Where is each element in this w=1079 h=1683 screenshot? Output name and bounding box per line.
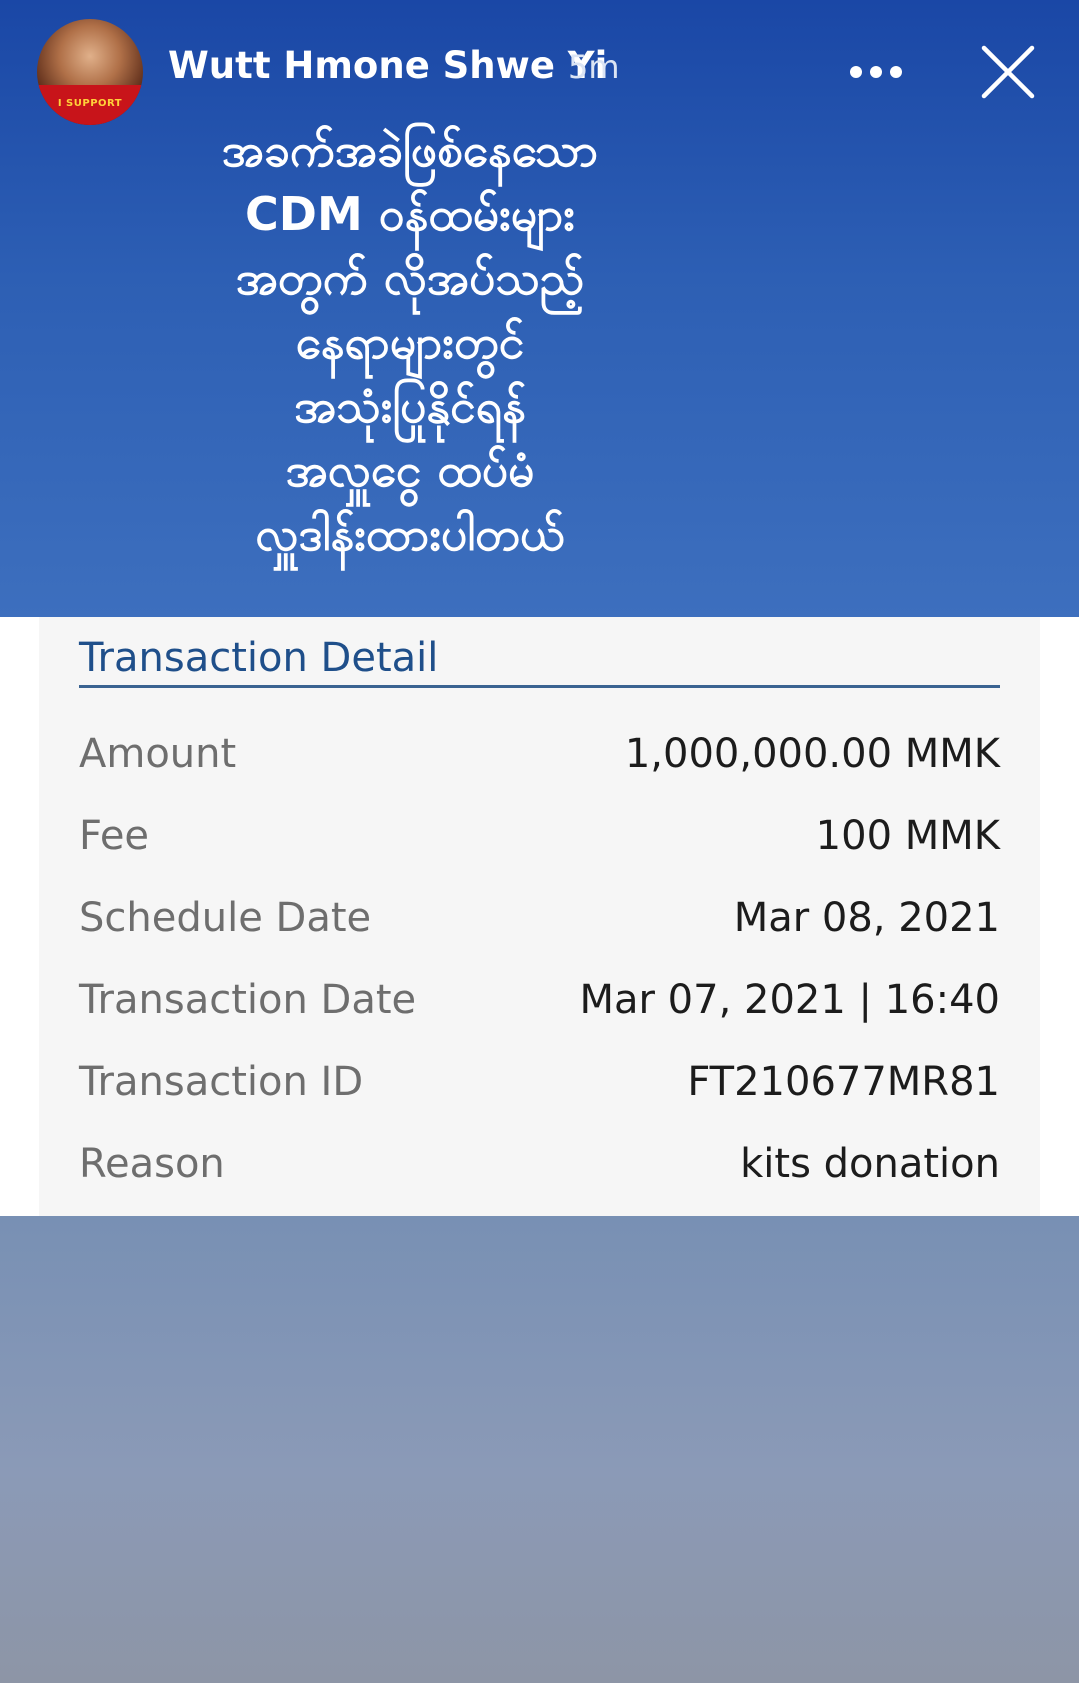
- detail-label: Transaction ID: [79, 1059, 364, 1105]
- detail-label: Reason: [79, 1141, 225, 1187]
- transaction-card: Transaction Detail Amount 1,000,000.00 M…: [39, 617, 1040, 1216]
- detail-value: Mar 08, 2021: [733, 895, 1000, 941]
- detail-row-fee: Fee 100 MMK: [79, 813, 1000, 873]
- title-divider: [79, 685, 1000, 688]
- detail-row-transaction-date: Transaction Date Mar 07, 2021 | 16:40: [79, 977, 1000, 1037]
- caption-line: အသုံးပြုနိုင်ရန်: [294, 379, 526, 433]
- caption-line: အခက်အခဲဖြစ်နေသော: [221, 123, 599, 177]
- detail-label: Transaction Date: [79, 977, 417, 1023]
- detail-value: kits donation: [740, 1141, 1000, 1187]
- caption-line: CDM ဝန်ထမ်းများ: [245, 187, 575, 241]
- detail-row-amount: Amount 1,000,000.00 MMK: [79, 731, 1000, 791]
- detail-value: Mar 07, 2021 | 16:40: [579, 977, 1001, 1023]
- detail-row-reason: Reason kits donation: [79, 1141, 1000, 1201]
- detail-value: FT210677MR81: [687, 1059, 1000, 1105]
- transaction-title: Transaction Detail: [79, 635, 439, 681]
- more-horizontal-icon[interactable]: [846, 52, 906, 92]
- detail-label: Schedule Date: [79, 895, 372, 941]
- caption-line: အလှူငွေ ထပ်မံ: [285, 443, 535, 497]
- story-timestamp: 5m: [568, 48, 620, 86]
- detail-value: 100 MMK: [815, 813, 1000, 859]
- story-background-bottom: [0, 1216, 1079, 1683]
- story-caption: အခက်အခဲဖြစ်နေသော CDM ဝန်ထမ်းများ အတွက် လ…: [150, 118, 670, 566]
- detail-value: 1,000,000.00 MMK: [624, 731, 1000, 777]
- detail-label: Amount: [79, 731, 237, 777]
- detail-row-schedule-date: Schedule Date Mar 08, 2021: [79, 895, 1000, 955]
- caption-line: နေရာများတွင်: [295, 315, 525, 369]
- transaction-screenshot: Transaction Detail Amount 1,000,000.00 M…: [0, 617, 1079, 1216]
- story-username[interactable]: Wutt Hmone Shwe Yi: [168, 44, 607, 87]
- close-icon[interactable]: [980, 44, 1036, 100]
- detail-label: Fee: [79, 813, 150, 859]
- avatar[interactable]: I SUPPORT: [37, 19, 143, 125]
- detail-row-transaction-id: Transaction ID FT210677MR81: [79, 1059, 1000, 1119]
- avatar-frame-text: I SUPPORT: [57, 98, 123, 109]
- caption-line: လှူဒါန်းထားပါတယ်: [255, 507, 565, 561]
- caption-line: အတွက် လိုအပ်သည့်: [235, 251, 585, 305]
